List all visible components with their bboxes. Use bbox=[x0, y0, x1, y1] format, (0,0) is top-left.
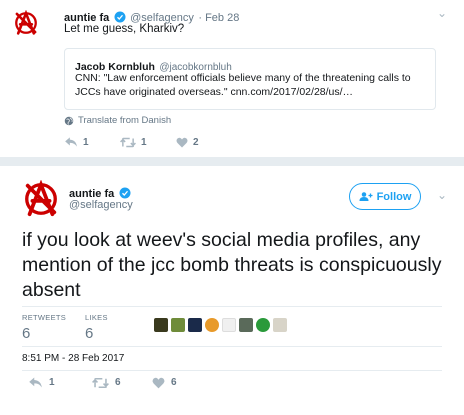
liker-avatar[interactable] bbox=[205, 318, 219, 332]
divider bbox=[22, 346, 442, 347]
like-button[interactable]: 6 bbox=[152, 377, 177, 389]
retweet-icon bbox=[92, 377, 109, 388]
like-count: 2 bbox=[193, 136, 199, 148]
quoted-text: CNN: "Law enforcement officials believe … bbox=[75, 72, 411, 98]
reply-button[interactable]: 1 bbox=[64, 136, 120, 148]
globe-icon bbox=[64, 116, 74, 125]
retweet-count: 1 bbox=[141, 136, 147, 148]
heart-icon bbox=[176, 137, 188, 147]
reply-icon bbox=[29, 377, 42, 388]
reply-count: 1 bbox=[49, 377, 55, 388]
avatar[interactable] bbox=[13, 10, 39, 36]
quoted-tweet[interactable]: Jacob Kornbluh @jacobkornbluh CNN: "Law … bbox=[64, 48, 436, 110]
reply-count: 1 bbox=[83, 136, 89, 148]
liker-avatar[interactable] bbox=[222, 318, 236, 332]
avatar[interactable] bbox=[22, 180, 60, 218]
retweet-button[interactable]: 6 bbox=[92, 377, 152, 389]
heart-icon bbox=[152, 377, 165, 388]
chevron-down-icon[interactable]: ⌄ bbox=[437, 6, 447, 20]
tweet-text: Let me guess, Kharkiv? bbox=[64, 23, 185, 35]
likes-value: 6 bbox=[85, 325, 94, 342]
tweet-actions: 1 1 2 bbox=[64, 136, 199, 148]
verified-icon bbox=[114, 11, 126, 23]
reply-icon bbox=[65, 137, 77, 147]
retweet-button[interactable]: 1 bbox=[120, 137, 176, 148]
liker-avatar[interactable] bbox=[188, 318, 202, 332]
likes-stat[interactable]: LIKES 6 bbox=[85, 313, 108, 342]
conversation-separator bbox=[0, 157, 464, 166]
retweets-label: RETWEETS bbox=[22, 313, 67, 322]
liker-avatar[interactable] bbox=[239, 318, 253, 332]
tweet-actions: 1 6 6 bbox=[28, 376, 177, 389]
retweets-value: 6 bbox=[22, 325, 31, 342]
translate-link[interactable]: Translate from Danish bbox=[64, 115, 171, 126]
follow-person-icon bbox=[359, 192, 373, 201]
like-button[interactable]: 2 bbox=[176, 137, 199, 148]
divider bbox=[22, 306, 442, 307]
liker-avatar[interactable] bbox=[154, 318, 168, 332]
reply-button[interactable]: 1 bbox=[28, 376, 92, 389]
author-handle[interactable]: @selfagency bbox=[69, 199, 133, 211]
retweet-icon bbox=[120, 137, 136, 147]
translate-label: Translate from Danish bbox=[78, 115, 172, 126]
tweet-timestamp[interactable]: 8:51 PM - 28 Feb 2017 bbox=[22, 353, 124, 364]
liker-avatar[interactable] bbox=[171, 318, 185, 332]
retweet-stat[interactable]: RETWEETS 6 bbox=[22, 313, 66, 342]
tweet-text: if you look at weev's social media profi… bbox=[22, 229, 442, 301]
follow-button[interactable]: Follow bbox=[349, 183, 421, 210]
retweet-count: 6 bbox=[115, 377, 121, 388]
chevron-down-icon[interactable]: ⌄ bbox=[437, 188, 447, 202]
like-count: 6 bbox=[171, 377, 177, 388]
liker-avatar[interactable] bbox=[273, 318, 287, 332]
likes-label: LIKES bbox=[85, 313, 108, 322]
verified-icon bbox=[119, 187, 131, 199]
liker-avatars bbox=[154, 318, 287, 332]
follow-label: Follow bbox=[376, 190, 412, 203]
tweet-date[interactable]: · Feb 28 bbox=[198, 12, 239, 24]
divider bbox=[22, 370, 442, 371]
liker-avatar[interactable] bbox=[256, 318, 270, 332]
